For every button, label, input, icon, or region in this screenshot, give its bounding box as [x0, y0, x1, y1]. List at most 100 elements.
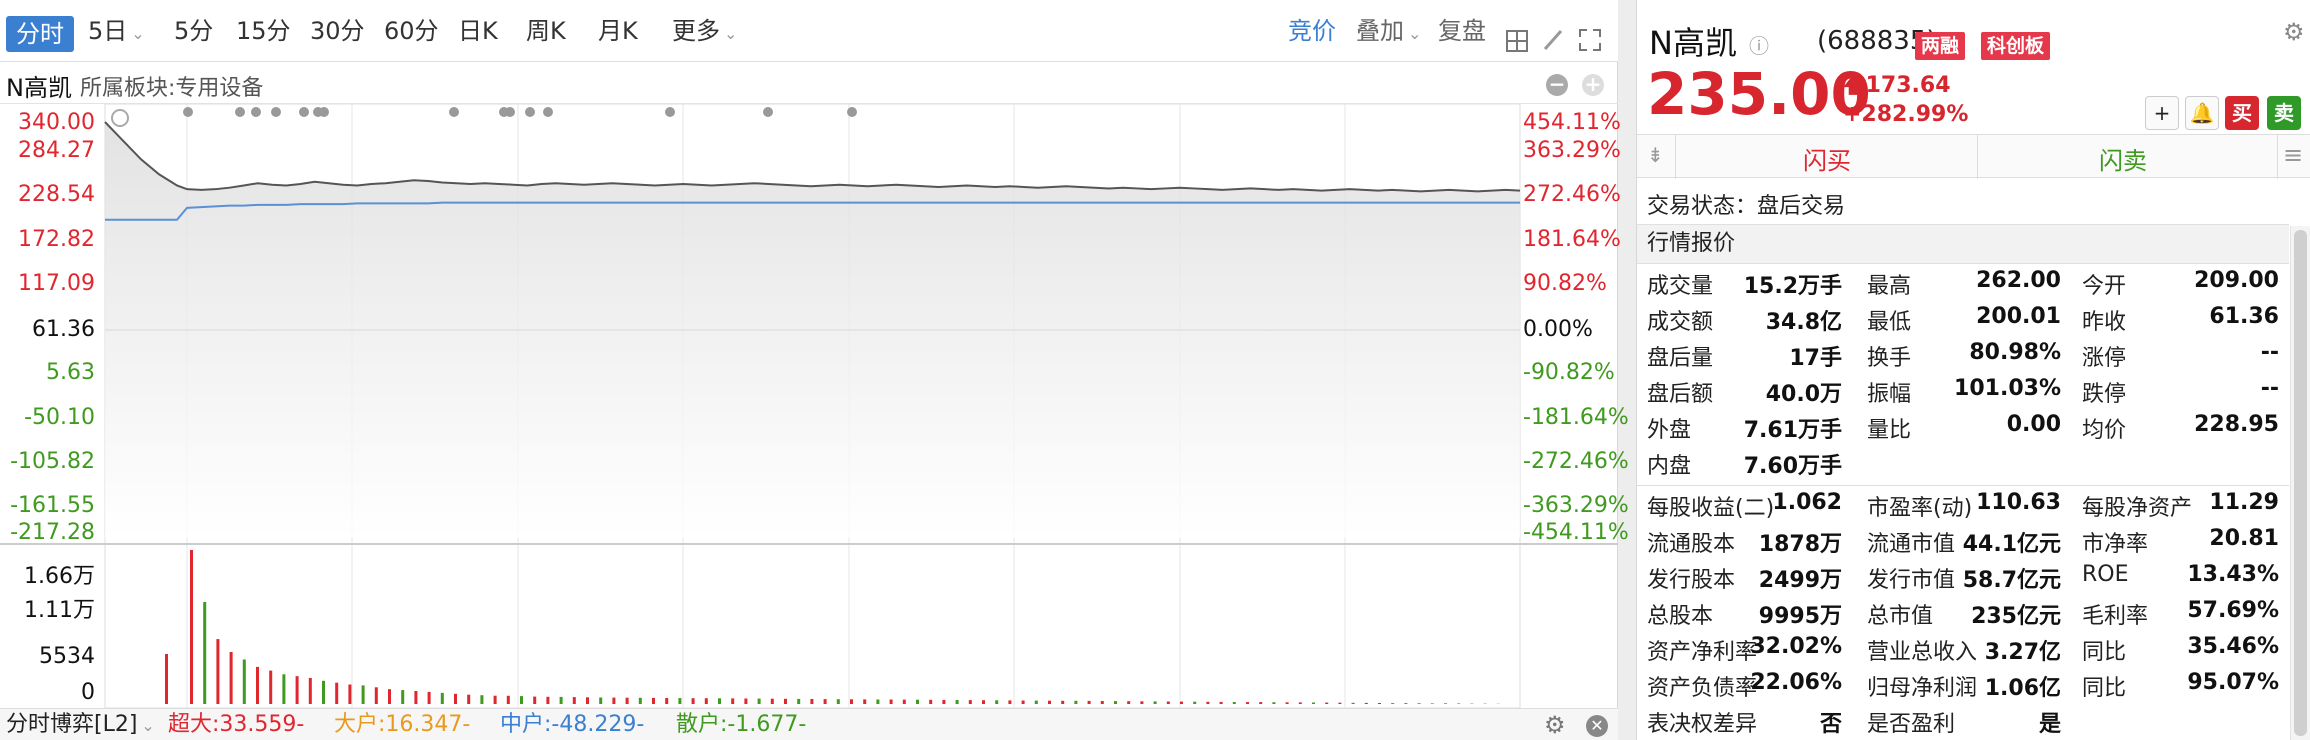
volume-bar	[374, 687, 378, 704]
volume-bar	[902, 699, 906, 704]
volume-bar	[1034, 700, 1038, 704]
volume-bar	[652, 697, 655, 704]
volume-bar	[1193, 701, 1197, 704]
volume-bar	[256, 666, 259, 704]
quote-label: 流通市值	[1867, 532, 1956, 557]
event-marker	[449, 107, 459, 117]
tab-5min[interactable]: 5分	[174, 14, 213, 48]
event-marker	[251, 107, 261, 117]
quote-label: 昨收	[2082, 310, 2127, 335]
scrollbar[interactable]	[2290, 226, 2310, 740]
axis-right-label: 363.29%	[1523, 138, 1621, 163]
quote-row: 成交额 34.8亿 最低 200.01 昨收 61.36	[1637, 304, 2289, 340]
bell-icon[interactable]: 🔔	[2185, 96, 2219, 130]
volume-bar	[1285, 702, 1289, 704]
quote-value: --	[2260, 340, 2279, 365]
volume-bar	[282, 674, 286, 704]
axis-right-label: -181.64%	[1523, 405, 1629, 430]
volume-bar	[559, 696, 563, 704]
tab-60min[interactable]: 60分	[384, 14, 439, 48]
close-icon[interactable]: ✕	[1586, 715, 1608, 737]
volume-bar	[691, 698, 695, 704]
volume-bar	[863, 699, 867, 704]
collapse-icon[interactable]: ⇟	[1647, 143, 1664, 167]
quote-label: ROE	[2082, 562, 2129, 587]
info-icon[interactable]: ⓘ	[1749, 30, 1769, 59]
quote-label: 市盈率(动)	[1867, 496, 1973, 521]
event-marker	[271, 107, 281, 117]
volume-bar	[889, 699, 893, 704]
volume-bar	[876, 699, 880, 704]
tab-5day[interactable]: 5日 ⌄	[88, 14, 145, 48]
quote-value: 是	[2038, 712, 2061, 737]
tab-30min[interactable]: 30分	[310, 14, 365, 48]
volume-bar	[335, 682, 339, 704]
tab-intraday[interactable]: 分时	[6, 16, 74, 52]
overlay-link[interactable]: 叠加 ⌄	[1356, 14, 1421, 48]
quote-value: 40.0万	[1765, 382, 1842, 407]
quote-label: 总股本	[1647, 604, 1714, 629]
tab-more[interactable]: 更多 ⌄	[672, 14, 737, 48]
volume-bar	[638, 697, 642, 704]
tab-week-k[interactable]: 周K	[526, 14, 566, 48]
axis-left-label: -161.55	[10, 493, 95, 518]
axis-left-label: -217.28	[10, 520, 95, 545]
gear-icon[interactable]: ⚙	[1544, 709, 1566, 740]
volume-bar	[427, 691, 431, 704]
quote-value: 13.43%	[2187, 562, 2279, 587]
sell-button[interactable]: 卖	[2267, 96, 2301, 130]
game-title[interactable]: 分时博弈[L2] ⌄	[6, 709, 155, 740]
volume-bar	[546, 696, 550, 704]
replay-link[interactable]: 复盘	[1438, 14, 1486, 48]
volume-bar	[1008, 700, 1012, 704]
volume-axis-label: 5534	[39, 644, 95, 669]
volume-bar	[467, 694, 471, 704]
volume-axis-label: 1.66万	[24, 564, 95, 589]
flash-sell-button[interactable]: 闪卖	[2099, 141, 2147, 176]
quote-label: 跌停	[2082, 382, 2127, 407]
auction-link[interactable]: 竞价	[1288, 14, 1336, 48]
grid-icon[interactable]	[1506, 30, 1528, 52]
volume-bar	[1087, 700, 1091, 704]
tab-day-k[interactable]: 日K	[458, 14, 498, 48]
volume-bar	[1219, 701, 1223, 704]
quote-row: 盘后额 40.0万 振幅 101.03% 跌停 --	[1637, 376, 2289, 412]
volume-bar	[348, 684, 352, 704]
tab-15min[interactable]: 15分	[236, 14, 291, 48]
buy-button[interactable]: 买	[2225, 96, 2259, 130]
pen-icon[interactable]	[1542, 28, 1564, 52]
minus-icon[interactable]: −	[1546, 74, 1568, 96]
volume-bar	[836, 699, 840, 704]
scroll-thumb[interactable]	[2294, 230, 2307, 736]
plus-icon[interactable]: +	[1582, 74, 1604, 96]
axis-right-label: 0.00%	[1523, 317, 1593, 342]
volume-bar	[1074, 700, 1078, 704]
quote-label: 是否盈利	[1867, 712, 1956, 737]
quote-label: 外盘	[1647, 418, 1692, 443]
expand-icon[interactable]	[1578, 28, 1602, 52]
volume-bar	[1021, 700, 1025, 704]
add-watchlist-button[interactable]: +	[2145, 96, 2179, 130]
chevron-down-icon: ⌄	[724, 24, 738, 43]
quote-row: 盘后量 17手 换手 80.98% 涨停 --	[1637, 340, 2289, 376]
quote-value: 11.29	[2209, 490, 2279, 515]
quote-value: 200.01	[1976, 304, 2061, 329]
volume-bar	[586, 697, 589, 704]
volume-bar	[784, 698, 787, 704]
flash-buy-button[interactable]: 闪买	[1803, 141, 1851, 176]
sector-label[interactable]: 所属板块:专用设备	[80, 70, 263, 102]
volume-bar	[1325, 702, 1329, 704]
gear-icon[interactable]: ⚙	[2283, 18, 2305, 46]
quote-value: 34.8亿	[1765, 310, 1842, 335]
volume-bar	[1232, 702, 1236, 704]
volume-bar	[612, 697, 616, 704]
event-marker	[299, 107, 309, 117]
axis-left-label: -105.82	[10, 449, 95, 474]
menu-icon[interactable]: ≡	[2283, 141, 2303, 169]
tab-month-k[interactable]: 月K	[598, 14, 638, 48]
period-toolbar: 分时 5日 ⌄ 5分 15分 30分 60分 日K 周K 月K 更多 ⌄ 竞价 叠加…	[0, 0, 1618, 62]
stock-name: N高凯	[1649, 24, 1737, 62]
volume-bar	[599, 697, 603, 704]
volume-bar	[757, 698, 761, 704]
volume-axis-label: 1.11万	[24, 598, 95, 623]
